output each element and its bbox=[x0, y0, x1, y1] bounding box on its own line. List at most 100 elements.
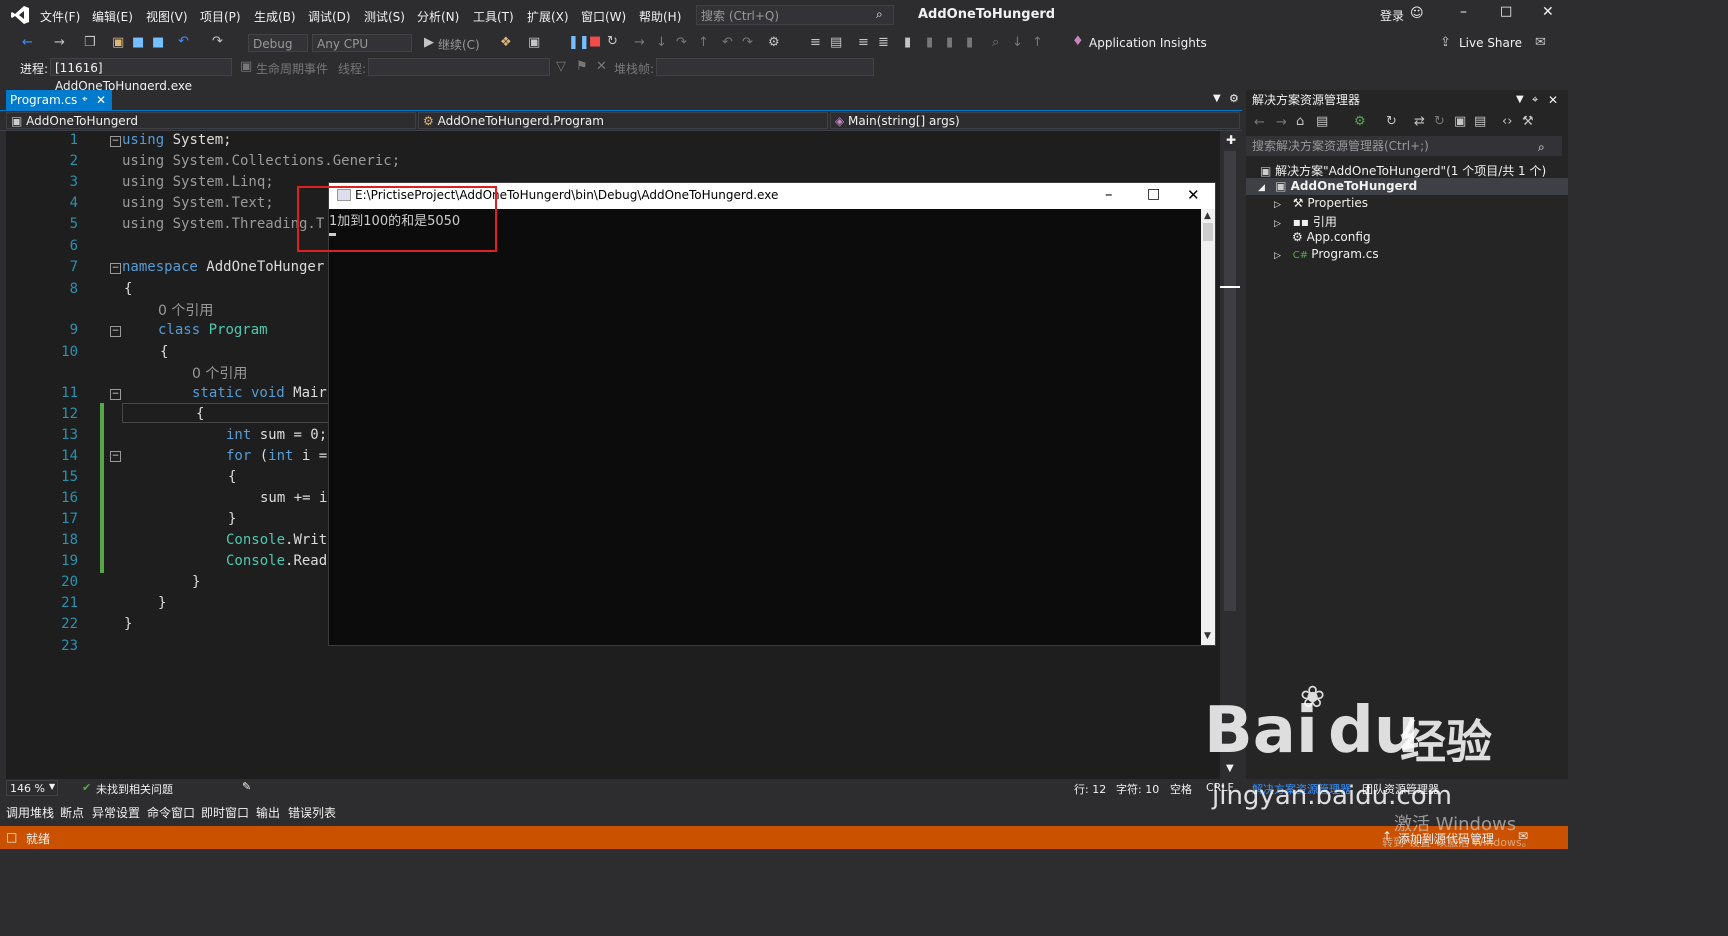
stack-frame-select[interactable] bbox=[656, 58, 874, 76]
minimize-icon[interactable]: – bbox=[1460, 4, 1467, 20]
chevron-right-icon[interactable]: ▷ bbox=[1274, 251, 1281, 261]
maximize-icon[interactable]: □ bbox=[1500, 4, 1512, 19]
show-all-files-icon[interactable]: ▤ bbox=[1474, 114, 1486, 129]
tree-item-app-config[interactable]: ⚙ App.config bbox=[1292, 230, 1371, 244]
bookmark-icon[interactable]: ▮ bbox=[904, 35, 911, 50]
menu-analyze[interactable]: 分析(N) bbox=[417, 8, 459, 25]
zoom-select[interactable]: 146 % ▼ bbox=[6, 780, 58, 796]
tab-dropdown-icon[interactable]: ▼ bbox=[1213, 93, 1221, 104]
brush-icon[interactable]: ✎ bbox=[242, 780, 251, 793]
project-combo[interactable]: ▣ AddOneToHungerd bbox=[6, 112, 416, 129]
collapse-icon[interactable]: − bbox=[110, 451, 121, 462]
lightbulb-icon[interactable]: ♦ bbox=[1072, 34, 1084, 49]
screenshot-icon[interactable]: ▣ bbox=[528, 35, 540, 50]
chevron-right-icon[interactable]: ▷ bbox=[1274, 219, 1281, 229]
console-scroll-thumb[interactable] bbox=[1203, 223, 1213, 241]
process-select[interactable]: [11616] AddOneToHungerd.exe bbox=[50, 58, 232, 93]
share-icon[interactable]: ⇪ bbox=[1440, 35, 1451, 50]
solution-search-input[interactable]: 搜索解决方案资源管理器(Ctrl+;) bbox=[1246, 136, 1562, 156]
collapse-icon[interactable]: − bbox=[110, 389, 121, 400]
reference-count[interactable]: 0 个引用 bbox=[192, 363, 247, 383]
prev-bookmark-icon[interactable]: ▮ bbox=[926, 35, 933, 50]
filter-icon[interactable]: ▽ bbox=[556, 59, 566, 74]
collapse-all-icon[interactable]: ▣ bbox=[1454, 114, 1466, 129]
pause-icon[interactable]: ❚❚ bbox=[568, 35, 590, 50]
console-maximize-icon[interactable]: □ bbox=[1147, 186, 1160, 202]
chevron-right-icon[interactable]: ▷ bbox=[1274, 200, 1281, 210]
feedback-icon[interactable]: ✉ bbox=[1535, 35, 1546, 50]
collapse-icon[interactable]: − bbox=[110, 136, 121, 147]
menu-test[interactable]: 测试(S) bbox=[364, 8, 405, 25]
thread-select[interactable] bbox=[368, 58, 550, 76]
step-back-icon[interactable]: ↶ bbox=[722, 35, 733, 50]
hot-reload-icon[interactable]: ❖ bbox=[500, 35, 512, 50]
account-icon[interactable]: ☺ bbox=[1410, 6, 1424, 21]
clear-bookmarks-icon[interactable]: ▮ bbox=[966, 35, 973, 50]
menu-window[interactable]: 窗口(W) bbox=[581, 8, 626, 25]
expand-arrow-icon[interactable]: ◢ bbox=[1258, 183, 1265, 193]
se-search-icon[interactable]: ⌕ bbox=[1538, 140, 1545, 155]
up-icon[interactable]: ↑ bbox=[1032, 35, 1043, 50]
redo-icon[interactable]: ↷ bbox=[212, 34, 223, 49]
application-insights-button[interactable]: Application Insights bbox=[1089, 36, 1207, 50]
solution-node[interactable]: ▣ 解决方案"AddOneToHungerd"(1 个项目/共 1 个) bbox=[1260, 162, 1546, 179]
console-scroll-down-icon[interactable]: ▼ bbox=[1204, 631, 1211, 641]
menu-edit[interactable]: 编辑(E) bbox=[92, 8, 133, 25]
tree-item-references[interactable]: ▷ ▪▪ 引用 bbox=[1274, 213, 1337, 230]
split-icon[interactable]: ✚ bbox=[1226, 133, 1236, 147]
forward-icon[interactable]: → bbox=[54, 35, 65, 50]
sync-icon[interactable]: ⇄ bbox=[1414, 114, 1425, 129]
format-icon[interactable]: ≡ bbox=[810, 35, 821, 50]
project-node[interactable]: ◢ ▣ AddOneToHungerd bbox=[1258, 179, 1417, 193]
properties-wrench-icon[interactable]: ⚒ bbox=[1522, 114, 1534, 129]
search-input[interactable]: 搜索 (Ctrl+Q) bbox=[696, 5, 894, 25]
menu-tools[interactable]: 工具(T) bbox=[473, 8, 514, 25]
step-out-icon[interactable]: ↑ bbox=[698, 35, 709, 50]
login-link[interactable]: 登录 bbox=[1380, 7, 1404, 24]
history-icon[interactable]: ↻ bbox=[1386, 114, 1397, 129]
menu-project[interactable]: 项目(P) bbox=[200, 8, 241, 25]
save-all-icon[interactable]: ■ bbox=[152, 35, 164, 50]
panel-pin-icon[interactable]: ⌖ bbox=[1532, 90, 1538, 110]
view-code-icon[interactable]: ‹› bbox=[1502, 114, 1512, 129]
collapse-icon[interactable]: − bbox=[110, 326, 121, 337]
settings-gear-icon[interactable]: ⚙ bbox=[1229, 92, 1239, 105]
tab-close-icon[interactable]: ✕ bbox=[96, 90, 106, 110]
flag-icon[interactable]: ⚑ bbox=[576, 59, 588, 74]
menu-extensions[interactable]: 扩展(X) bbox=[527, 8, 569, 25]
next-bookmark-icon[interactable]: ▮ bbox=[946, 35, 953, 50]
configuration-select[interactable]: Debug bbox=[248, 34, 308, 52]
se-back-icon[interactable]: ← bbox=[1254, 115, 1265, 130]
pending-changes-icon[interactable]: ⚙ bbox=[1354, 114, 1366, 129]
undo-icon[interactable]: ↶ bbox=[178, 34, 189, 49]
debug-icon[interactable]: ⚙ bbox=[768, 35, 780, 50]
zoom-dropdown-icon[interactable]: ▼ bbox=[49, 782, 55, 791]
tab-breakpoints[interactable]: 断点 bbox=[60, 804, 84, 821]
show-next-statement-icon[interactable]: → bbox=[634, 35, 645, 50]
menu-build[interactable]: 生成(B) bbox=[254, 8, 296, 25]
tab-command-window[interactable]: 命令窗口 bbox=[147, 804, 195, 821]
reference-count[interactable]: 0 个引用 bbox=[158, 300, 213, 320]
tab-immediate-window[interactable]: 即时窗口 bbox=[201, 804, 249, 821]
new-project-icon[interactable]: ❒ bbox=[84, 35, 96, 50]
class-combo[interactable]: ⚙ AddOneToHungerd.Program bbox=[418, 112, 828, 129]
column-indicator[interactable]: 字符: 10 bbox=[1116, 781, 1159, 797]
tab-error-list[interactable]: 错误列表 bbox=[288, 804, 336, 821]
editor-vertical-scrollbar[interactable]: ✚ ▼ bbox=[1220, 131, 1242, 779]
platform-select[interactable]: Any CPU bbox=[312, 34, 412, 52]
lifecycle-events-button[interactable]: 生命周期事件 bbox=[256, 60, 328, 77]
menu-help[interactable]: 帮助(H) bbox=[639, 8, 681, 25]
se-forward-icon[interactable]: → bbox=[1276, 115, 1287, 130]
panel-dropdown-icon[interactable]: ▼ bbox=[1516, 90, 1524, 110]
line-indicator[interactable]: 行: 12 bbox=[1074, 781, 1106, 797]
console-scroll-up-icon[interactable]: ▲ bbox=[1204, 211, 1211, 221]
issues-status[interactable]: 未找到相关问题 bbox=[96, 781, 173, 797]
tree-item-program-cs[interactable]: ▷ C# Program.cs bbox=[1274, 247, 1379, 261]
console-scrollbar[interactable]: ▲ ▼ bbox=[1201, 209, 1215, 645]
method-combo[interactable]: ◈ Main(string[] args) bbox=[830, 112, 1240, 129]
collapse-icon[interactable]: − bbox=[110, 263, 121, 274]
console-close-icon[interactable]: ✕ bbox=[1187, 186, 1200, 204]
tab-exception-settings[interactable]: 异常设置 bbox=[92, 804, 140, 821]
scrollbar-thumb[interactable] bbox=[1224, 151, 1236, 611]
pin-icon[interactable]: ⌖ bbox=[82, 90, 88, 110]
